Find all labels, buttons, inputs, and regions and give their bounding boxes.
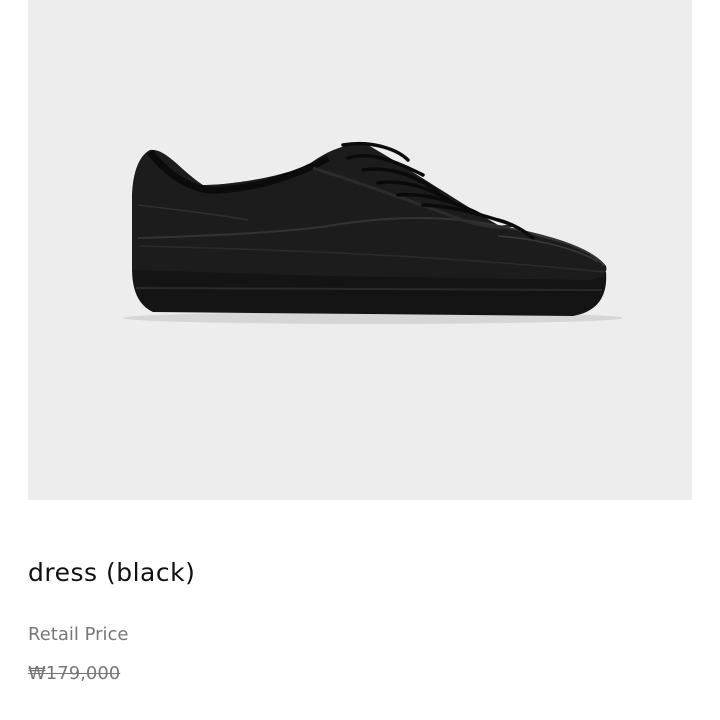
- product-name[interactable]: dress (black): [28, 558, 195, 587]
- retail-price-label: Retail Price: [28, 624, 129, 645]
- product-image[interactable]: [28, 0, 692, 500]
- retail-price: ₩179,000: [28, 663, 121, 684]
- shoe-illustration: [123, 141, 623, 324]
